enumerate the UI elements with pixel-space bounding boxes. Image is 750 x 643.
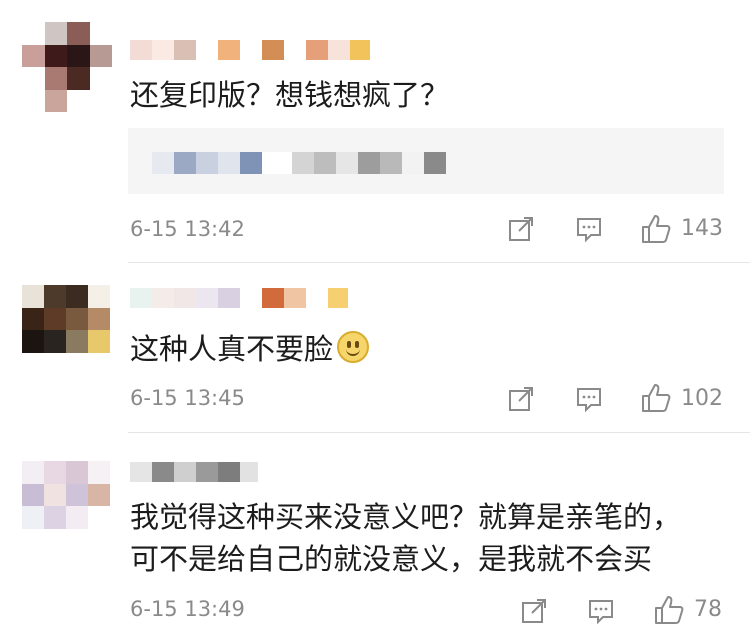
avatar[interactable]	[22, 22, 112, 112]
share-icon[interactable]	[507, 215, 535, 243]
comment-1: 还复印版？想钱想疯了？ 6-15 13:42 143	[0, 0, 750, 263]
thumbs-up-icon[interactable]	[653, 594, 685, 626]
comment-text-content: 这种人真不要脸	[130, 332, 334, 366]
comment-text-line-1: 我觉得这种买来没意义吧？就算是亲笔的，	[130, 500, 682, 534]
divider	[128, 262, 750, 263]
divider	[128, 432, 750, 433]
share-icon[interactable]	[507, 385, 535, 413]
smile-emoji-icon	[337, 331, 370, 363]
like-count: 143	[681, 216, 723, 241]
comment-text-line-2: 可不是给自己的就没意义，是我就不会买	[130, 542, 653, 576]
comment-text: 还复印版？想钱想疯了？	[130, 78, 450, 112]
comment-text: 这种人真不要脸	[130, 328, 370, 370]
comment-icon[interactable]	[587, 597, 615, 625]
share-icon[interactable]	[520, 597, 548, 625]
thumbs-up-icon[interactable]	[640, 213, 672, 245]
thumbs-up-icon[interactable]	[640, 382, 672, 414]
username-blurred[interactable]	[130, 36, 370, 64]
username-blurred[interactable]	[130, 458, 258, 486]
comment-icon[interactable]	[575, 215, 603, 243]
timestamp: 6-15 13:42	[130, 217, 245, 241]
avatar[interactable]	[22, 285, 110, 353]
comment-icon[interactable]	[575, 385, 603, 413]
avatar[interactable]	[22, 461, 110, 529]
quoted-reply-box[interactable]	[128, 128, 724, 194]
like-count: 102	[681, 386, 723, 411]
quoted-reply-blurred-text	[152, 152, 468, 174]
timestamp: 6-15 13:45	[130, 386, 245, 410]
username-blurred[interactable]	[130, 284, 348, 312]
timestamp: 6-15 13:49	[130, 597, 245, 621]
like-count: 78	[694, 597, 722, 622]
